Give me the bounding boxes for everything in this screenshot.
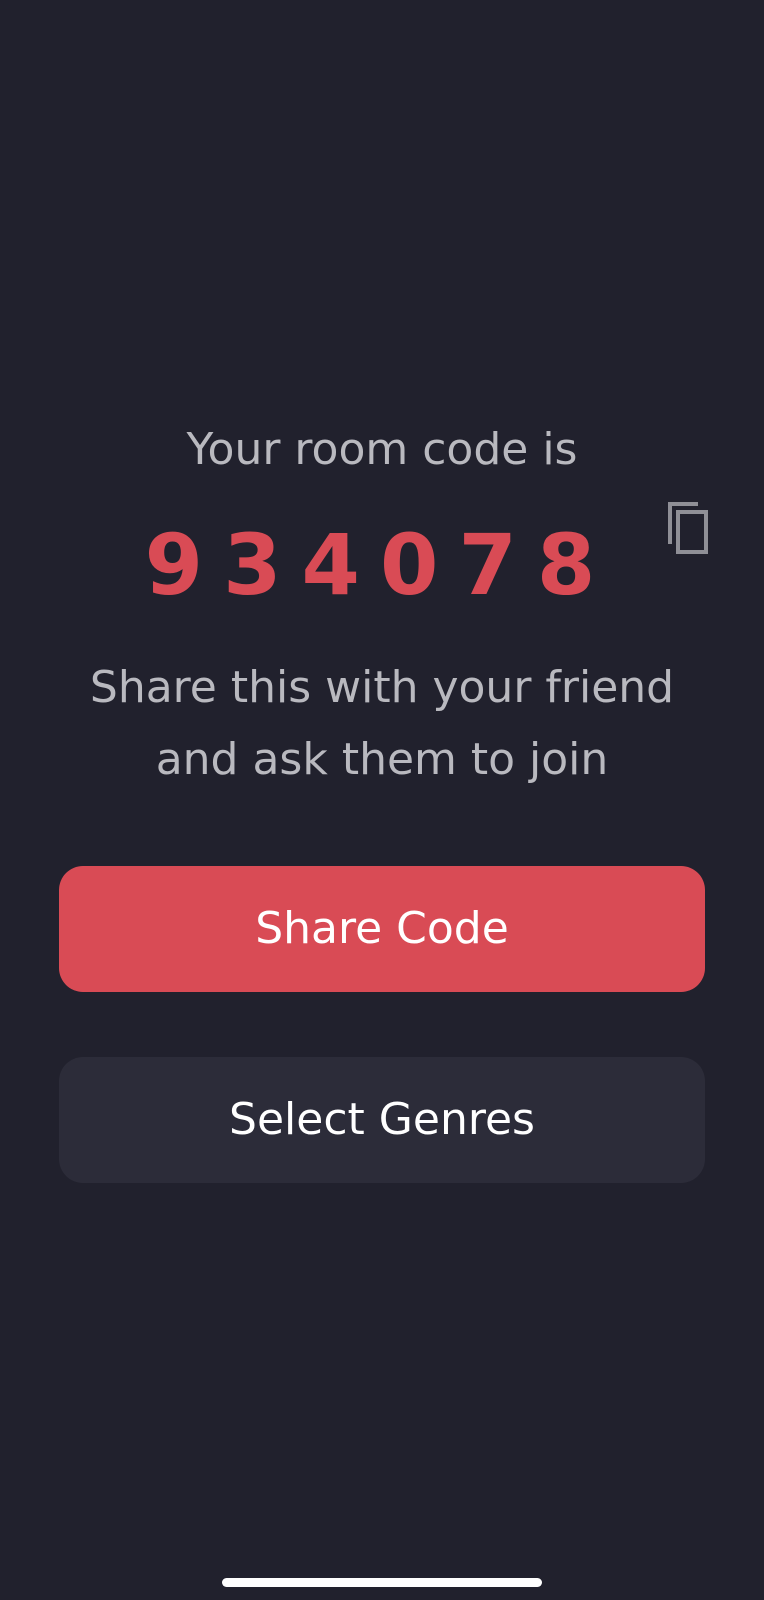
copy-icon[interactable] [664,500,712,556]
room-code-intro: Your room code is [186,424,578,475]
home-indicator [222,1578,542,1587]
share-instructions: Share this with your friend and ask them… [0,652,764,796]
share-instructions-line-1: Share this with your friend [89,662,675,713]
room-code: 934078 [144,516,616,614]
select-genres-button[interactable]: Select Genres [59,1057,705,1183]
share-instructions-line-2: and ask them to join [155,734,609,785]
share-code-button[interactable]: Share Code [59,866,705,992]
